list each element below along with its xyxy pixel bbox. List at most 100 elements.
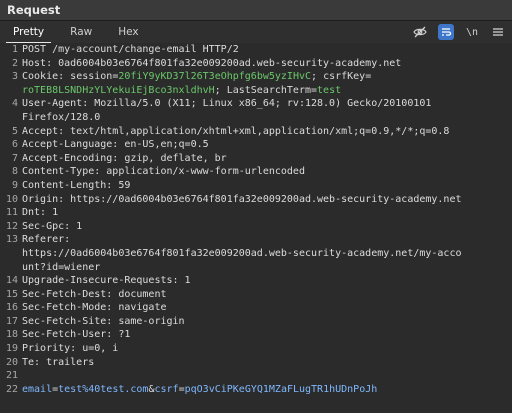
code-line: 22 email=test%40test.com&csrf=pqO3vCiPKeG… (0, 383, 512, 397)
code-line: 20 Te: trailers (0, 356, 512, 370)
content-type-header: Content-Type: application/x-www-form-url… (22, 166, 305, 178)
request-panel: Request Pretty Raw Hex \n 1 POST /my-acc… (0, 0, 512, 413)
accept-language-header: Accept-Language: en-US,en;q=0.5 (22, 139, 209, 151)
tab-raw[interactable]: Raw (57, 21, 105, 43)
line-number: 1 (11, 44, 18, 55)
host-header: Host: 0ad6004b03e6764f801fa32e009200ad.w… (22, 57, 402, 69)
line-number: 13 (5, 234, 18, 246)
accept-header: Accept: text/html,application/xhtml+xml,… (22, 125, 450, 137)
te-header: Te: trailers (22, 356, 95, 368)
code-line: 19 Priority: u=0, i (0, 342, 512, 356)
upgrade-insecure-requests-header: Upgrade-Insecure-Requests: 1 (22, 275, 191, 287)
code-line: 5 Accept: text/html,application/xhtml+xml… (0, 125, 512, 139)
line-number: 14 (5, 275, 18, 287)
sec-fetch-user-header: Sec-Fetch-User: ?1 (22, 329, 131, 341)
view-tabs: Pretty Raw Hex \n (0, 21, 512, 44)
tab-hex[interactable]: Hex (105, 21, 151, 43)
code-line: 6 Accept-Language: en-US,en;q=0.5 (0, 138, 512, 152)
editor-menu-button[interactable] (490, 24, 506, 40)
line-number (0, 111, 22, 125)
line-number: 18 (5, 329, 18, 341)
referer-header: Referer: (22, 234, 71, 246)
referer-continued: https://0ad6004b03e6764f801fa32e009200ad… (22, 247, 462, 259)
cookie-name: session (70, 71, 113, 83)
line-number: 15 (5, 288, 18, 300)
code-line: 7 Accept-Encoding: gzip, deflate, br (0, 152, 512, 166)
code-line: 18 Sec-Fetch-User: ?1 (0, 328, 512, 342)
body-param-name: email (22, 383, 53, 395)
panel-title: Request (7, 3, 61, 17)
body-param-value: test%40test.com (58, 383, 149, 395)
line-number: 10 (5, 193, 18, 205)
newline-icon: \n (465, 26, 479, 38)
show-newlines-toggle[interactable]: \n (464, 24, 480, 40)
cookie-value: roTEB8LSNDHzYLYekuiEjBco3nxldhvH (22, 84, 215, 96)
cookie-name: csrfKey (323, 71, 366, 83)
referer-continued: unt?id=wiener (22, 261, 101, 273)
code-line: 14 Upgrade-Insecure-Requests: 1 (0, 274, 512, 288)
user-agent-continued: Firefox/128.0 (22, 111, 101, 123)
code-line: 1 POST /my-account/change-email HTTP/2 (0, 43, 512, 57)
request-body: email=test%40test.com&csrf=pqO3vCiPKeGYQ… (22, 383, 378, 395)
code-line: 3 Cookie: session=20fiY9yKD37l26T3eOhpfg6… (0, 70, 512, 84)
panel-header: Request (0, 0, 512, 21)
line-number (0, 261, 22, 275)
hide-whitespace-toggle[interactable] (412, 24, 428, 40)
line-number (0, 247, 22, 261)
code-line: unt?id=wiener (0, 261, 512, 275)
code-line: 12 Sec-Gpc: 1 (0, 220, 512, 234)
line-number: 3 (11, 71, 18, 83)
wrap-lines-icon (442, 28, 452, 36)
line-number: 9 (11, 179, 18, 191)
request-editor[interactable]: 1 POST /my-account/change-email HTTP/2 2H… (0, 43, 512, 413)
code-line: roTEB8LSNDHzYLYekuiEjBco3nxldhvH; LastSe… (0, 84, 512, 98)
line-number: 17 (5, 315, 18, 327)
user-agent-header: User-Agent: Mozilla/5.0 (X11; Linux x86_… (22, 98, 432, 110)
cookie-value: 20fiY9yKD37l26T3eOhpfg6bw5yzIHvC (118, 71, 312, 83)
code-line: 16 Sec-Fetch-Mode: navigate (0, 301, 512, 315)
cookie-value: test (317, 84, 342, 96)
code-line: 2 Host: 0ad6004b03e6764f801fa32e009200ad.… (0, 57, 512, 71)
code-line: Firefox/128.0 (0, 111, 512, 125)
pretty-format-toggle[interactable] (438, 24, 454, 40)
body-param-value: pqO3vCiPKeGYQ1MZaFLugTR1hUDnPoJh (184, 383, 378, 395)
code-line: 4 User-Agent: Mozilla/5.0 (X11; Linux x86… (0, 97, 512, 111)
line-number: 12 (5, 220, 18, 232)
line-number: 8 (11, 166, 18, 178)
request-line: POST /my-account/change-email HTTP/2 (22, 44, 239, 55)
code-line: 8 Content-Type: application/x-www-form-ur… (0, 165, 512, 179)
line-number: 20 (5, 356, 18, 368)
code-line: 11 Dnt: 1 (0, 206, 512, 220)
line-number (0, 84, 22, 98)
dnt-header: Dnt: 1 (22, 207, 59, 219)
line-number: 6 (11, 139, 18, 151)
sec-fetch-mode-header: Sec-Fetch-Mode: navigate (22, 302, 167, 314)
origin-header: Origin: https://0ad6004b03e6764f801fa32e… (22, 193, 462, 205)
editor-toolbar: \n (412, 21, 506, 43)
sec-fetch-site-header: Sec-Fetch-Site: same-origin (22, 315, 185, 327)
line-number: 4 (11, 98, 18, 110)
cookie-name: LastSearchTerm (226, 84, 311, 96)
body-param-name: csrf (154, 383, 179, 395)
code-line: 15 Sec-Fetch-Dest: document (0, 288, 512, 302)
eye-slash-icon (413, 26, 427, 38)
code-line: 17 Sec-Fetch-Site: same-origin (0, 315, 512, 329)
line-number: 16 (5, 302, 18, 314)
sec-gpc-header: Sec-Gpc: 1 (22, 220, 83, 232)
priority-header: Priority: u=0, i (22, 343, 119, 355)
content-length-header: Content-Length: 59 (22, 179, 131, 191)
code-line: 9 Content-Length: 59 (0, 179, 512, 193)
sec-fetch-dest-header: Sec-Fetch-Dest: document (22, 288, 167, 300)
code-line: 13 Referer: (0, 233, 512, 247)
code-line: https://0ad6004b03e6764f801fa32e009200ad… (0, 247, 512, 261)
accept-encoding-header: Accept-Encoding: gzip, deflate, br (22, 152, 227, 164)
cookie-label: Cookie: (22, 71, 71, 83)
tab-pretty[interactable]: Pretty (0, 21, 57, 44)
code-line: 10 Origin: https://0ad6004b03e6764f801fa3… (0, 193, 512, 207)
line-number: 19 (5, 343, 18, 355)
line-number: 22 (5, 383, 18, 395)
code-line: 21 (0, 369, 512, 383)
line-number: 11 (5, 207, 18, 219)
line-number: 21 (5, 370, 18, 382)
